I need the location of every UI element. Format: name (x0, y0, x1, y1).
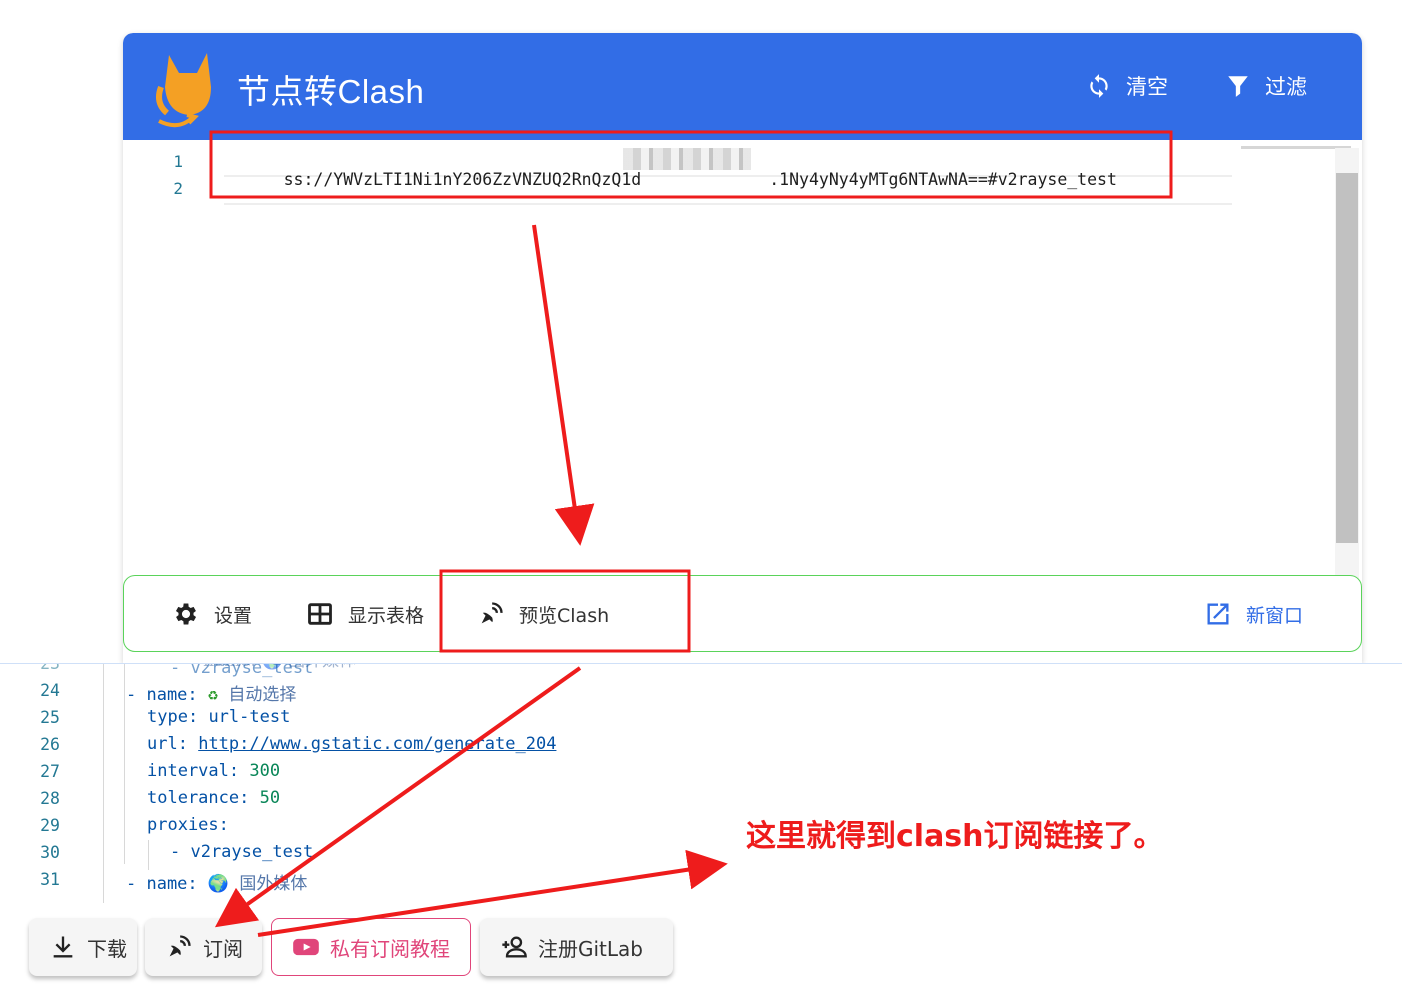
line-number: 30 (40, 843, 60, 862)
download-icon (53, 936, 73, 958)
refresh-icon (1090, 74, 1108, 98)
line-number: 26 (40, 735, 60, 754)
indent-guide (124, 664, 125, 864)
editor-scrollbar-thumb[interactable] (1336, 173, 1358, 543)
yaml-line-24: - name: ♻ 自动选择 (126, 685, 297, 705)
page-title: 节点转Clash (237, 73, 425, 110)
app-header: 节点转Clash 清空 过滤 (123, 33, 1362, 140)
satellite-dish-icon (481, 602, 503, 624)
line-number: 28 (40, 789, 60, 808)
satellite-dish-icon (169, 935, 191, 957)
private-subscription-tutorial-button[interactable]: 私有订阅教程 (271, 918, 471, 976)
yaml-line-26: url: http://www.gstatic.com/generate_204 (147, 734, 557, 754)
line-number: 2 (173, 179, 183, 198)
redacted-region (623, 148, 751, 170)
annotation-note: 这里就得到clash订阅链接了。 (746, 819, 1164, 854)
preview-clash-label: 预览Clash (519, 604, 610, 627)
preview-clash-button[interactable]: 预览Clash (477, 598, 609, 630)
yaml-line-29: proxies: (147, 815, 229, 835)
show-table-button[interactable]: 显示表格 (306, 598, 424, 630)
line-number: 23 (40, 663, 60, 673)
indent-guide (103, 664, 104, 904)
yaml-line-28: tolerance: 50 (147, 788, 281, 808)
subscribe-button[interactable]: 订阅 (145, 918, 262, 976)
bottom-action-bar: 下载 订阅 私有订阅教程 注册GitLab (0, 903, 1402, 985)
action-toolbar: 设置 显示表格 预览Clash 新窗口 (123, 575, 1362, 652)
show-table-label: 显示表格 (348, 604, 425, 627)
settings-label: 设置 (214, 604, 253, 627)
open-in-new-icon (1207, 603, 1229, 625)
clear-button[interactable]: 清空 (1086, 69, 1168, 103)
generate-204-link[interactable]: http://www.gstatic.com/generate_204 (198, 734, 556, 754)
gear-icon (175, 603, 197, 625)
line-number: 1 (173, 152, 183, 171)
youtube-icon (293, 938, 319, 956)
table-icon (308, 603, 332, 625)
filter-button[interactable]: 过滤 (1225, 69, 1307, 103)
yaml-line-partial: - v2rayse_test (170, 663, 314, 678)
settings-button[interactable]: 设置 (172, 598, 252, 630)
line-number: 31 (40, 870, 60, 889)
line-number: 27 (40, 762, 60, 781)
yaml-line-30: - v2rayse_test (170, 842, 314, 862)
register-gitlab-button[interactable]: 注册GitLab (480, 918, 673, 976)
code-text-end: .1Ny4yNy4yMTg6NTAwNA==#v2rayse_test (769, 170, 1117, 189)
person-add-icon (502, 936, 527, 958)
subscribe-label: 订阅 (203, 936, 243, 961)
tutorial-label: 私有订阅教程 (330, 936, 450, 961)
clear-label: 清空 (1126, 75, 1168, 99)
app-card: 节点转Clash 清空 过滤 1 2 ss://YWVzLTI1Ni1nY206… (123, 33, 1362, 663)
download-label: 下载 (87, 936, 127, 961)
download-button[interactable]: 下载 (29, 918, 137, 976)
new-window-label: 新窗口 (1246, 604, 1304, 627)
filter-label: 过滤 (1265, 75, 1307, 99)
line-number: 29 (40, 816, 60, 835)
cat-logo-icon (156, 53, 211, 128)
yaml-line-31: - name: 🌍 国外媒体 (126, 874, 308, 894)
line-number: 24 (40, 681, 60, 700)
clash-yaml-preview[interactable]: 23 - name: 🌍 国外媒体 - v2rayse_test 24 - na… (0, 663, 1402, 904)
code-text-start: ss://YWVzLTI1Ni1nY206ZzVNZUQ2RnQzQ1d (283, 170, 642, 189)
yaml-line-25: type: url-test (147, 707, 291, 727)
yaml-line-27: interval: 300 (147, 761, 281, 781)
line-number: 25 (40, 708, 60, 727)
funnel-icon (1228, 76, 1248, 97)
new-window-button[interactable]: 新窗口 (1204, 598, 1303, 630)
gitlab-label: 注册GitLab (538, 936, 643, 961)
indent-guide (148, 840, 149, 870)
